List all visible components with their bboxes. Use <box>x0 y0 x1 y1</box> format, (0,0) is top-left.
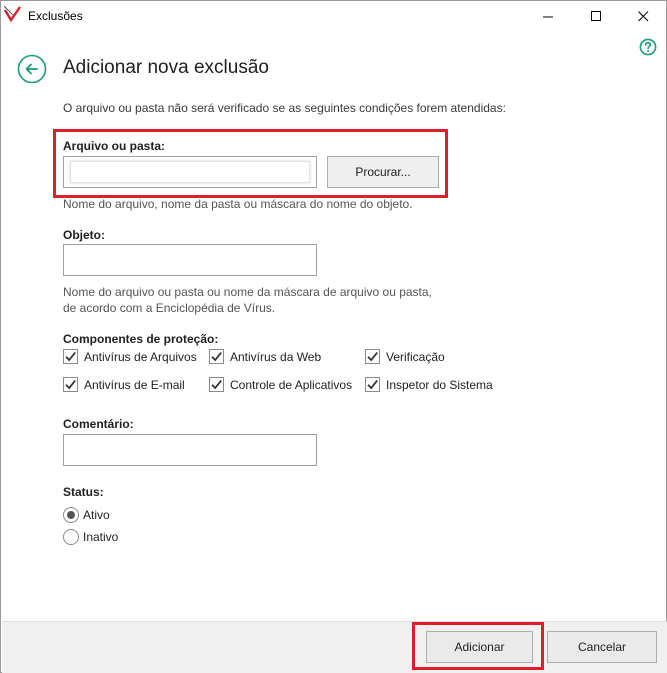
checkbox-mail-antivirus[interactable]: Antivírus de E-mail <box>63 377 185 392</box>
checkbox-web-antivirus[interactable]: Antivírus da Web <box>209 349 321 364</box>
checkbox-checked-icon <box>365 349 380 364</box>
close-button[interactable] <box>620 1 666 31</box>
comment-input[interactable] <box>63 434 317 466</box>
radio-unselected-icon <box>63 529 79 545</box>
close-icon <box>637 10 648 21</box>
checkbox-application-control[interactable]: Controle de Aplicativos <box>209 377 352 392</box>
checkbox-label: Antivírus da Web <box>230 349 322 364</box>
object-input[interactable] <box>63 244 317 276</box>
object-hint-line-1: Nome do arquivo ou pasta ou nome da másc… <box>63 285 432 299</box>
radio-label: Ativo <box>83 508 110 522</box>
page-title: Adicionar nova exclusão <box>63 57 269 78</box>
radio-active[interactable]: Ativo <box>63 507 110 523</box>
exclusions-window: Exclusões Adicionar nova exclusão O arqu… <box>0 0 667 673</box>
checkbox-file-antivirus[interactable]: Antivírus de Arquivos <box>63 349 197 364</box>
checkbox-checked-icon <box>63 349 78 364</box>
back-arrow-icon[interactable] <box>17 54 47 84</box>
minimize-button[interactable] <box>525 1 571 31</box>
maximize-button[interactable] <box>573 1 619 31</box>
object-label: Objeto: <box>63 228 105 242</box>
window-title: Exclusões <box>28 9 83 23</box>
checkbox-label: Controle de Aplicativos <box>230 377 353 392</box>
intro-text: O arquivo ou pasta não será verificado s… <box>63 101 506 115</box>
object-hint-line-2: de acordo com a Enciclopédia de Vírus. <box>63 301 276 315</box>
minimize-icon <box>542 16 553 17</box>
checkbox-system-watcher[interactable]: Inspetor do Sistema <box>365 377 493 392</box>
comment-label: Comentário: <box>63 417 134 431</box>
radio-inactive[interactable]: Inativo <box>63 529 118 545</box>
status-label: Status: <box>63 485 104 499</box>
protection-components-label: Componentes de proteção: <box>63 332 219 346</box>
radio-selected-icon <box>63 507 79 523</box>
checkbox-label: Verificação <box>386 349 445 364</box>
checkbox-checked-icon <box>63 377 78 392</box>
checkbox-checked-icon <box>209 349 224 364</box>
highlight-frame-file-field <box>53 129 448 198</box>
checkbox-label: Antivírus de E-mail <box>84 377 185 392</box>
file-or-folder-hint: Nome do arquivo, nome da pasta ou máscar… <box>63 197 413 211</box>
title-bar: Exclusões <box>1 1 666 31</box>
help-icon[interactable] <box>639 38 657 56</box>
checkbox-scan[interactable]: Verificação <box>365 349 445 364</box>
maximize-icon <box>590 10 601 21</box>
checkbox-checked-icon <box>365 377 380 392</box>
checkbox-checked-icon <box>209 377 224 392</box>
kaspersky-logo-icon <box>4 6 21 23</box>
checkbox-label: Inspetor do Sistema <box>386 377 493 392</box>
checkbox-label: Antivírus de Arquivos <box>84 349 197 364</box>
cancel-button[interactable]: Cancelar <box>547 631 657 663</box>
radio-label: Inativo <box>83 530 119 544</box>
highlight-frame-add-button <box>412 622 544 670</box>
